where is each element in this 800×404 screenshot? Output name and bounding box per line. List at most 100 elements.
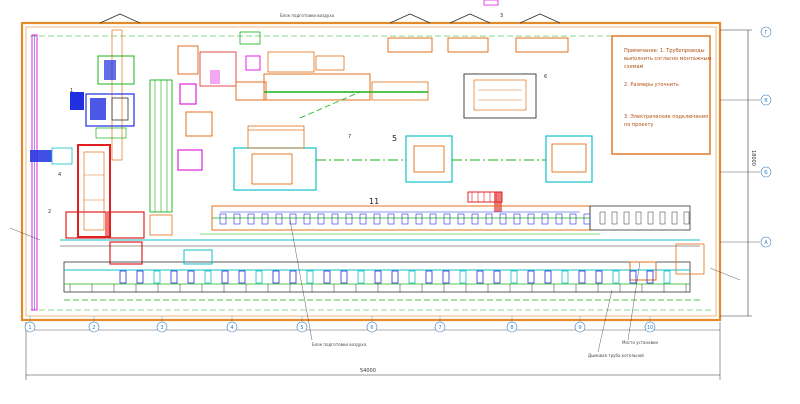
marker-7: 7 <box>348 134 351 140</box>
roller-mark <box>499 213 507 225</box>
roller-mark <box>583 213 591 225</box>
overall-width-dimension: 18000 <box>750 150 756 166</box>
roller-mark <box>635 211 642 225</box>
marker-3: 3 <box>500 13 503 19</box>
axis-bubble-bottom: 6 <box>366 316 378 333</box>
roller-mark <box>387 213 395 225</box>
axis-label: 1 <box>28 325 31 331</box>
axis-bubble-bottom: 3 <box>156 316 168 333</box>
roller-mark <box>357 270 365 284</box>
roller-mark <box>663 270 671 284</box>
note-line-3: схемам <box>624 64 644 70</box>
roller-mark <box>513 213 521 225</box>
roller-mark <box>187 270 195 284</box>
roller-mark <box>238 270 246 284</box>
left-conveyor <box>30 34 73 311</box>
roller-mark <box>303 213 311 225</box>
marker-2: 2 <box>48 209 51 215</box>
axis-label: 5 <box>300 325 303 331</box>
axis-label: 3 <box>160 325 163 331</box>
axis-bubble-bottom: 8 <box>506 316 518 333</box>
axis-label: Г <box>764 30 767 36</box>
note-line-5: 3. Электрические подключения <box>624 114 708 120</box>
roller-mark <box>544 270 552 284</box>
roller-mark <box>612 270 620 284</box>
roller-mark <box>595 270 603 284</box>
roller-mark <box>255 270 263 284</box>
roller-mark <box>541 213 549 225</box>
roller-mark <box>401 213 409 225</box>
axis-bubble-bottom: 2 <box>88 316 100 333</box>
roller-mark <box>136 270 144 284</box>
roller-mark <box>659 211 666 225</box>
roller-mark <box>170 270 178 284</box>
roller-mark <box>374 270 382 284</box>
overall-length-dimension: 54000 <box>360 368 376 374</box>
marker-4: 4 <box>58 172 61 178</box>
marker-5: 5 <box>392 134 397 143</box>
roller-mark <box>459 270 467 284</box>
roller-mark <box>647 211 654 225</box>
axis-bubble-bottom: 5 <box>296 316 308 333</box>
roller-mark <box>272 270 280 284</box>
green-vertical-conveyor <box>111 29 173 213</box>
roller-mark <box>119 270 127 284</box>
roller-mark <box>555 213 563 225</box>
roller-mark <box>623 211 630 225</box>
roller-mark <box>443 213 451 225</box>
floor-plan-drawing: 1 2 3 4 5 6 7 8 9 10 ГВБА Примечание: 1.… <box>9 0 772 380</box>
roller-mark <box>289 213 297 225</box>
axis-bubble-bottom: 7 <box>434 316 446 333</box>
roller-mark <box>306 270 314 284</box>
roller-mark <box>219 213 227 225</box>
axis-label: 10 <box>647 325 653 331</box>
note-line-4: 2. Размеры уточнить <box>624 82 679 88</box>
bottom-annotation-1: Блок подготовки воздуха <box>312 342 367 347</box>
axis-label: 2 <box>92 325 95 331</box>
axis-label: Б <box>764 170 768 176</box>
axis-bubble-bottom: 9 <box>574 316 586 333</box>
roller-mark <box>415 213 423 225</box>
roller-mark <box>247 213 255 225</box>
roller-mark <box>578 270 586 284</box>
red-stair <box>467 191 503 212</box>
axis-label: 8 <box>510 325 513 331</box>
roller-mark <box>599 211 606 225</box>
axis-bubble-bottom: 1 <box>24 316 36 333</box>
roller-mark <box>442 270 450 284</box>
roller-mark <box>646 270 654 284</box>
roller-mark <box>527 213 535 225</box>
axis-bubble-bottom: 4 <box>226 316 238 333</box>
axis-markers-right: Г В Б А <box>760 26 772 248</box>
mixers-group <box>177 31 429 171</box>
bottom-annotation-3: Дымовая труба котельной <box>588 353 644 358</box>
roller-mark <box>476 270 484 284</box>
axis-bubble-bottom: 10 <box>644 316 656 333</box>
axis-label: 6 <box>370 325 373 331</box>
roller-mark <box>289 270 297 284</box>
roller-mark <box>323 270 331 284</box>
note-line-6: по проекту <box>624 122 653 128</box>
roller-mark <box>317 213 325 225</box>
cyan-framed-units <box>233 91 593 191</box>
axis-label: 7 <box>438 325 441 331</box>
roller-mark <box>493 270 501 284</box>
roller-mark <box>275 213 283 225</box>
roller-mark <box>340 270 348 284</box>
roller-mark <box>408 270 416 284</box>
roller-mark <box>561 270 569 284</box>
roller-mark <box>204 270 212 284</box>
blue-machine-unit <box>70 55 135 139</box>
roller-mark <box>683 211 690 225</box>
roller-mark <box>345 213 353 225</box>
roller-mark <box>391 270 399 284</box>
top-annotation: Блок подготовки воздуха <box>280 13 335 18</box>
axis-bubble-right: Б <box>760 166 772 178</box>
marker-1: 1 <box>70 88 73 94</box>
roller-mark <box>485 213 493 225</box>
bottom-annotation-2: Место установки <box>622 340 658 345</box>
roller-mark <box>457 213 465 225</box>
roller-mark <box>569 213 577 225</box>
roller-mark <box>153 270 161 284</box>
roller-mark <box>261 213 269 225</box>
